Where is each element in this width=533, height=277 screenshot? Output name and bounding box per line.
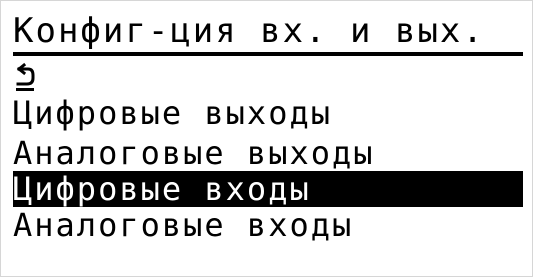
back-arrow-icon[interactable] [13, 60, 37, 94]
menu-item-digital-outputs[interactable]: Цифровые выходы [13, 95, 523, 131]
menu-item-analog-outputs[interactable]: Аналоговые выходы [13, 135, 523, 171]
lcd-screen: Конфиг-ция вх. и вых. Цифровые выходы Ан… [0, 0, 533, 277]
menu-item-analog-inputs[interactable]: Аналоговые входы [13, 207, 523, 243]
menu-item-digital-inputs[interactable]: Цифровые входы [13, 171, 523, 207]
title-underline [13, 52, 523, 56]
screen-title: Конфиг-ция вх. и вых. [13, 11, 485, 51]
